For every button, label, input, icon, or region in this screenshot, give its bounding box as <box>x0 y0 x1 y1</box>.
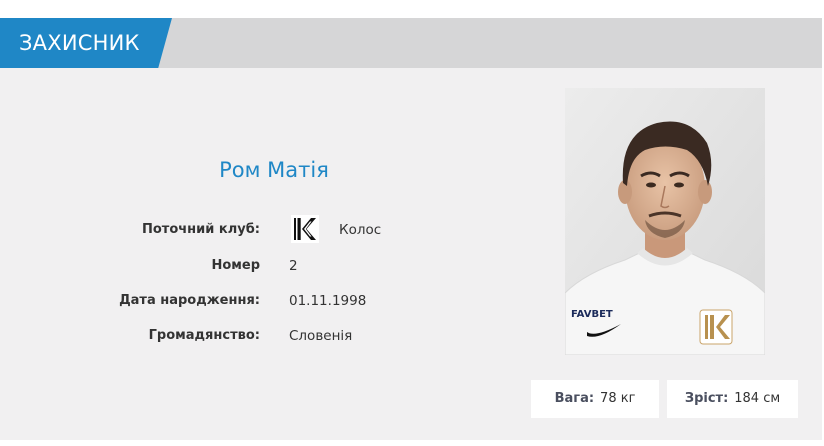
citizenship-label: Громадянство: <box>148 328 260 343</box>
info-row-number: Номер 2 <box>0 258 520 280</box>
sponsor-text: FAVBET <box>571 309 613 320</box>
height-box: Зріст: 184 см <box>667 380 798 418</box>
citizenship-value: Словенія <box>289 328 353 344</box>
weight-box: Вага: 78 кг <box>531 380 659 418</box>
height-label: Зріст: <box>684 391 729 406</box>
number-value: 2 <box>289 258 298 274</box>
weight-label: Вага: <box>554 391 595 406</box>
position-tab: ЗАХИСНИК <box>0 18 172 68</box>
info-row-citizenship: Громадянство: Словенія <box>0 328 520 350</box>
player-photo-illustration: FAVBET <box>565 88 765 355</box>
position-header: ЗАХИСНИК <box>0 18 822 68</box>
weight-value: 78 кг <box>600 391 636 406</box>
info-row-club: Поточний клуб: Колос <box>0 215 520 244</box>
player-photo: FAVBET <box>565 88 765 355</box>
kolos-club-logo-icon <box>291 215 319 243</box>
club-name[interactable]: Колос <box>339 222 381 238</box>
birthdate-label: Дата народження: <box>119 293 260 308</box>
height-value: 184 см <box>734 391 781 406</box>
number-label: Номер <box>211 258 260 273</box>
player-card: ЗАХИСНИК Ром Матія Поточний клуб: Колос … <box>0 18 822 440</box>
birthdate-value: 01.11.1998 <box>289 293 367 309</box>
info-row-birthdate: Дата народження: 01.11.1998 <box>0 293 520 315</box>
player-name: Ром Матія <box>219 158 329 182</box>
club-label: Поточний клуб: <box>141 222 260 237</box>
